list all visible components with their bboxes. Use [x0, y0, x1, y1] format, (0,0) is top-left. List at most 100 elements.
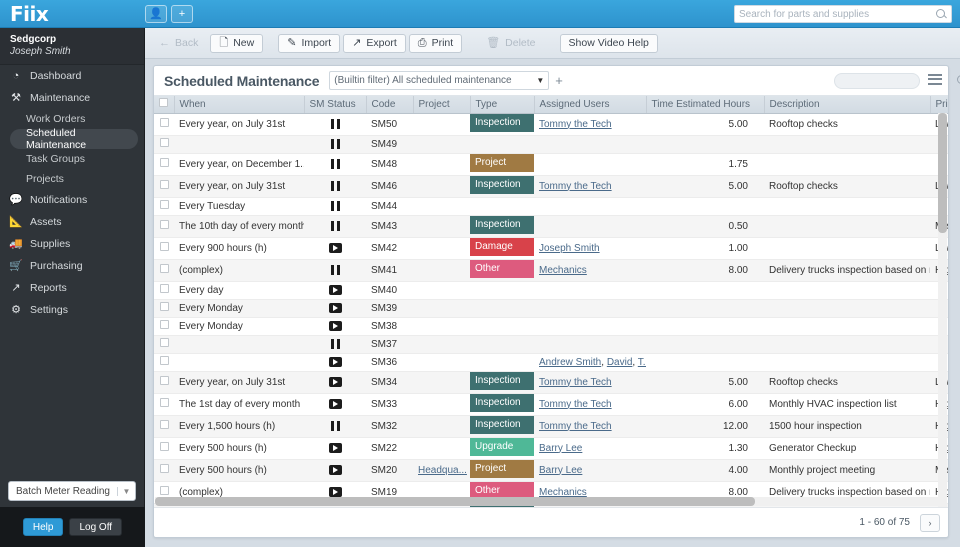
row-checkbox[interactable] [159, 376, 169, 385]
sidebar-item-maintenance[interactable]: ⚒ Maintenance [0, 87, 144, 109]
table-row[interactable]: The 10th day of every month SM43 Inspectio… [154, 215, 948, 238]
cell-sm-status[interactable] [304, 299, 366, 318]
column-header-code[interactable]: Code [366, 96, 414, 114]
column-header-when[interactable]: When [174, 96, 305, 114]
pause-icon[interactable] [330, 138, 340, 149]
pause-icon[interactable] [330, 264, 340, 275]
row-checkbox-cell[interactable] [154, 335, 174, 354]
add-icon[interactable]: + [171, 4, 193, 23]
pause-icon[interactable] [330, 180, 340, 191]
table-row[interactable]: Every year, on July 31st SM50 Inspection To… [154, 113, 948, 136]
table-row[interactable]: Every year, on July 31st SM46 Inspection To… [154, 175, 948, 198]
row-checkbox[interactable] [159, 302, 169, 311]
table-row[interactable]: Every year, on July 31st SM34 Inspection To… [154, 371, 948, 394]
table-row[interactable]: Every Monday SM38 [154, 317, 948, 336]
sidebar-item-projects[interactable]: Projects [0, 169, 144, 189]
cell-sm-status[interactable] [304, 459, 366, 482]
sidebar-item-assets[interactable]: 📐 Assets [0, 211, 144, 233]
select-all-header[interactable] [154, 96, 175, 114]
column-header-type[interactable]: Type [470, 96, 535, 114]
row-checkbox-cell[interactable] [154, 215, 174, 238]
column-header-time-estimated-hours[interactable]: Time Estimated Hours [646, 96, 765, 114]
assigned-user-link[interactable]: Tommy the Tech [539, 399, 612, 410]
add-filter-button[interactable]: + [555, 73, 563, 88]
row-checkbox-cell[interactable] [154, 237, 174, 260]
row-checkbox-cell[interactable] [154, 459, 174, 482]
cell-sm-status[interactable] [304, 371, 366, 394]
row-checkbox[interactable] [159, 242, 169, 251]
assigned-user-link[interactable]: Barry Lee [539, 465, 582, 476]
row-checkbox[interactable] [159, 320, 169, 329]
row-checkbox[interactable] [159, 398, 169, 407]
cell-sm-status[interactable] [304, 197, 366, 216]
row-checkbox[interactable] [159, 486, 169, 495]
row-checkbox-cell[interactable] [154, 259, 174, 282]
row-checkbox[interactable] [159, 284, 169, 293]
sidebar-item-dashboard[interactable]: ◔ Dashboard [0, 65, 144, 87]
row-checkbox[interactable] [159, 158, 169, 167]
assigned-user-link[interactable]: Tommy the Tech [539, 181, 612, 192]
batch-meter-reading-button[interactable]: Batch Meter Reading ▼ [8, 481, 136, 501]
column-header-sm-status[interactable]: SM Status [304, 96, 367, 114]
table-row[interactable]: Every Tuesday SM44 [154, 197, 948, 216]
sidebar-item-reports[interactable]: ↗ Reports [0, 277, 144, 299]
cell-sm-status[interactable] [304, 353, 366, 372]
assigned-user-link[interactable]: Mechanics [539, 487, 587, 498]
row-checkbox[interactable] [159, 420, 169, 429]
row-checkbox-cell[interactable] [154, 197, 174, 216]
table-row[interactable]: Every 500 hours (h) SM22 Upgrade Barry Lee 1… [154, 437, 948, 460]
select-all-checkbox[interactable] [159, 98, 169, 108]
sidebar-item-supplies[interactable]: 🚚 Supplies [0, 233, 144, 255]
cell-sm-status[interactable] [304, 415, 366, 438]
assigned-user-link[interactable]: T... [638, 357, 646, 368]
table-row[interactable]: SM49 [154, 135, 948, 154]
pause-icon[interactable] [330, 220, 340, 231]
assigned-user-link[interactable]: Mechanics [539, 265, 587, 276]
row-checkbox[interactable] [159, 442, 169, 451]
table-row[interactable]: Every 900 hours (h) SM42 Damage Joseph Smit… [154, 237, 948, 260]
sidebar-item-work-orders[interactable]: Work Orders [0, 109, 144, 129]
pause-icon[interactable] [330, 200, 340, 211]
assigned-user-link[interactable]: Joseph Smith [539, 243, 600, 254]
table-row[interactable]: The 1st day of every month SM33 Inspection… [154, 393, 948, 416]
assigned-user-link[interactable]: Tommy the Tech [539, 377, 612, 388]
sidebar-item-scheduled-maintenance[interactable]: Scheduled Maintenance [10, 127, 138, 151]
sidebar-item-purchasing[interactable]: 🛒 Purchasing [0, 255, 144, 277]
assigned-user-link[interactable]: Tommy the Tech [539, 119, 612, 130]
horizontal-scrollbar-thumb[interactable] [155, 497, 755, 506]
next-page-button[interactable]: › [920, 513, 940, 532]
cell-sm-status[interactable] [304, 281, 366, 300]
row-checkbox-cell[interactable] [154, 299, 174, 318]
assigned-user-link[interactable]: Andrew Smith [539, 357, 601, 368]
column-header-project[interactable]: Project [413, 96, 471, 114]
log-off-button[interactable]: Log Off [69, 518, 123, 536]
pause-icon[interactable] [330, 118, 340, 129]
row-checkbox[interactable] [159, 200, 169, 209]
column-header-priority[interactable]: Priority [930, 96, 948, 114]
project-link[interactable]: Headqua... [418, 465, 467, 476]
play-icon[interactable] [328, 356, 342, 367]
show-video-help-button[interactable]: Show Video Help [559, 33, 658, 53]
row-checkbox[interactable] [159, 338, 169, 347]
search-input[interactable] [739, 8, 936, 20]
user-icon[interactable]: 👤 [145, 4, 167, 23]
horizontal-scrollbar[interactable] [155, 497, 946, 506]
play-icon[interactable] [328, 398, 342, 409]
vertical-scrollbar-thumb[interactable] [938, 113, 947, 233]
export-button[interactable]: ↗ Export [343, 33, 406, 53]
row-checkbox-cell[interactable] [154, 371, 174, 394]
cell-sm-status[interactable] [304, 135, 366, 154]
row-checkbox[interactable] [159, 180, 169, 189]
column-header-assigned-users[interactable]: Assigned Users [534, 96, 647, 114]
cell-sm-status[interactable] [304, 215, 366, 238]
table-row[interactable]: Every Monday SM39 [154, 299, 948, 318]
row-checkbox[interactable] [159, 220, 169, 229]
cell-sm-status[interactable] [304, 113, 366, 136]
delete-button[interactable]: 🗑 Delete [477, 34, 544, 53]
pause-icon[interactable] [330, 338, 340, 349]
play-icon[interactable] [328, 320, 342, 331]
cell-sm-status[interactable] [304, 317, 366, 336]
row-checkbox[interactable] [159, 118, 169, 127]
table-row[interactable]: SM36 Andrew Smith, David, T... [154, 353, 948, 372]
row-checkbox-cell[interactable] [154, 113, 174, 136]
